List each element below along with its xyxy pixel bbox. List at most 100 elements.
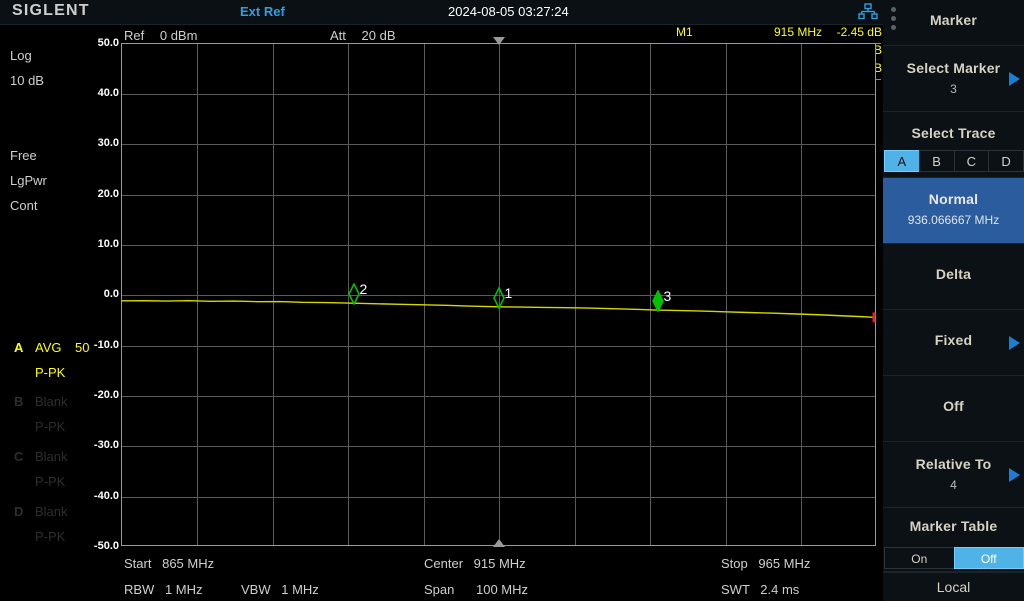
start-value: 865 MHz (162, 556, 214, 571)
ext-ref-indicator: Ext Ref (240, 4, 285, 19)
y-axis-labels: 50.0 40.0 30.0 20.0 10.0 0.0 -10.0 -20.0… (76, 43, 119, 546)
trace-marker-label-3: 3 (664, 288, 672, 304)
reference-level[interactable]: Ref 0 dBm (124, 28, 197, 43)
trace-option-a[interactable]: A (884, 150, 920, 172)
sweep-mode-label: Cont (10, 198, 37, 213)
att-label: Att (330, 28, 346, 43)
y-tick-label: -40.0 (79, 490, 119, 502)
stop-freq[interactable]: Stop 965 MHz (721, 556, 810, 571)
relative-to-value: 4 (883, 478, 1024, 492)
spectrum-analyzer-screen: SIGLENT Ext Ref 2024-08-05 03:27:24 Log … (0, 0, 1024, 600)
local-button[interactable]: Local (883, 572, 1024, 601)
att-value: 20 dB (362, 28, 396, 43)
chevron-right-icon (1009, 336, 1020, 350)
trace-a-detector-label: P-PK (35, 365, 65, 380)
menu-normal[interactable]: Normal 936.066667 MHz (883, 178, 1024, 244)
stop-label: Stop (721, 556, 748, 571)
trace-d-detector-label: P-PK (35, 529, 65, 544)
rbw-label: RBW (124, 582, 154, 597)
trace-c-mode: Blank (35, 449, 68, 464)
ref-label: Ref (124, 28, 144, 43)
menu-select-trace: Select Trace A B C D (883, 112, 1024, 178)
ref-value: 0 dBm (160, 28, 198, 43)
scale-per-div-label: 10 dB (10, 73, 44, 88)
vbw[interactable]: VBW 1 MHz (241, 582, 319, 597)
menu-delta[interactable]: Delta (883, 244, 1024, 310)
trace-d-mode: Blank (35, 504, 68, 519)
marker-table-on[interactable]: On (884, 547, 955, 569)
top-status-bar: SIGLENT Ext Ref 2024-08-05 03:27:24 (0, 0, 883, 25)
chevron-right-icon (1009, 468, 1020, 482)
marker-table-toggle: On Off (884, 547, 1023, 569)
y-tick-label: 10.0 (79, 238, 119, 250)
y-tick-label: 30.0 (79, 137, 119, 149)
select-trace-options: A B C D (884, 150, 1023, 172)
y-tick-label: -20.0 (79, 389, 119, 401)
trace-b-detector-label: P-PK (35, 419, 65, 434)
menu-select-marker[interactable]: Select Marker 3 (883, 46, 1024, 112)
trigger-mode-label: Free (10, 148, 37, 163)
marker-table-off[interactable]: Off (954, 547, 1024, 569)
center-value: 915 MHz (474, 556, 526, 571)
normal-label: Normal (883, 191, 1024, 207)
off-label: Off (883, 398, 1024, 414)
siglent-logo: SIGLENT (12, 2, 90, 20)
trace-c-detector-label: P-PK (35, 474, 65, 489)
y-tick-label: 40.0 (79, 87, 119, 99)
trace-a-mode: AVG (35, 340, 62, 355)
marker-readout-row[interactable]: M1 915 MHz -2.45 dB (660, 25, 882, 43)
rbw[interactable]: RBW 1 MHz (124, 582, 203, 597)
datetime-display: 2024-08-05 03:27:24 (448, 4, 569, 19)
trace-marker-1[interactable] (492, 287, 506, 314)
swt-label: SWT (721, 582, 750, 597)
trace-b-letter: B (14, 394, 23, 409)
trace-marker-3[interactable] (651, 290, 665, 317)
normal-value: 936.066667 MHz (883, 213, 1024, 227)
trace-option-d[interactable]: D (988, 150, 1024, 172)
chevron-right-icon (1009, 72, 1020, 86)
y-tick-label: 50.0 (79, 37, 119, 49)
trace-option-b[interactable]: B (919, 150, 955, 172)
swt-value: 2.4 ms (760, 582, 799, 597)
vbw-label: VBW (241, 582, 271, 597)
span-label: Span (424, 582, 454, 597)
y-tick-label: 0.0 (79, 288, 119, 300)
y-tick-label: -10.0 (79, 339, 119, 351)
trace-option-c[interactable]: C (954, 150, 990, 172)
fixed-label: Fixed (883, 332, 1024, 348)
select-marker-value: 3 (883, 82, 1024, 96)
menu-off[interactable]: Off (883, 376, 1024, 442)
menu-fixed[interactable]: Fixed (883, 310, 1024, 376)
y-tick-label: 20.0 (79, 188, 119, 200)
span[interactable]: Span 100 MHz (424, 582, 528, 597)
softkey-menu: Marker Select Marker 3 Select Trace A B … (883, 0, 1024, 600)
trace-marker-2[interactable] (347, 283, 361, 310)
detector-mode-label: LgPwr (10, 173, 47, 188)
marker-table-label: Marker Table (883, 518, 1024, 534)
sweep-time[interactable]: SWT 2.4 ms (721, 582, 799, 597)
menu-relative-to[interactable]: Relative To 4 (883, 442, 1024, 508)
center-label: Center (424, 556, 463, 571)
marker-diamond-icon (492, 287, 506, 309)
y-tick-label: -50.0 (79, 540, 119, 552)
start-label: Start (124, 556, 151, 571)
attenuation[interactable]: Att 20 dB (330, 28, 396, 43)
start-freq[interactable]: Start 865 MHz (124, 556, 214, 571)
marker-1-freq: 915 MHz (702, 25, 822, 39)
trace-b-mode: Blank (35, 394, 68, 409)
marker-1-amp: -2.45 dB (830, 25, 882, 39)
relative-to-label: Relative To (883, 456, 1024, 472)
vbw-value: 1 MHz (281, 582, 319, 597)
menu-marker-table: Marker Table On Off (883, 508, 1024, 572)
marker-diamond-icon (651, 290, 665, 312)
scale-type-label: Log (10, 48, 32, 63)
network-icon[interactable] (858, 3, 878, 21)
select-trace-label: Select Trace (883, 125, 1024, 141)
y-tick-label: -30.0 (79, 439, 119, 451)
marker-diamond-icon (347, 283, 361, 305)
trace-c-letter: C (14, 449, 23, 464)
stop-value: 965 MHz (758, 556, 810, 571)
menu-drag-dots-icon[interactable] (891, 7, 896, 34)
rbw-value: 1 MHz (165, 582, 203, 597)
center-freq[interactable]: Center 915 MHz (424, 556, 526, 571)
